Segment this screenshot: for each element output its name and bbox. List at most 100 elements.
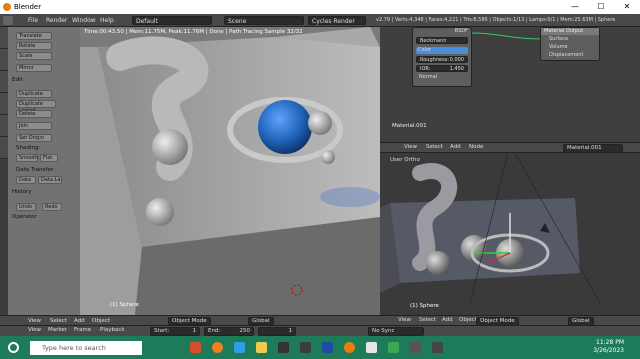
node-menu-view[interactable]: View	[404, 144, 417, 150]
app-icon-9[interactable]	[366, 342, 377, 353]
edge-icon[interactable]	[234, 342, 245, 353]
surface-socket[interactable]: Surface	[541, 35, 599, 43]
ortho-menu-object[interactable]: Object	[459, 317, 477, 323]
object-mode-select[interactable]: Object Mode	[168, 317, 211, 325]
node-menu-select[interactable]: Select	[426, 144, 443, 150]
taskbar-search-input[interactable]: Type here to search	[30, 341, 142, 355]
editor-type-icon[interactable]	[3, 16, 13, 25]
bsdf-node[interactable]: BSDF Beckmann Color Roughness: 0.000 IOR:…	[412, 27, 472, 87]
set-origin-button[interactable]: Set Origin	[16, 134, 52, 142]
menu-help[interactable]: Help	[100, 16, 114, 25]
render-engine-select[interactable]: Cycles Render	[308, 16, 366, 25]
roughness-value: 0.000	[449, 57, 464, 63]
scale-button[interactable]: Scale	[16, 52, 52, 60]
viewport-menu-view[interactable]: View	[28, 317, 41, 325]
data-button[interactable]: Data	[16, 176, 36, 184]
operator-panel-header[interactable]: Operator	[12, 214, 37, 220]
menu-file[interactable]: File	[28, 16, 38, 25]
material-output-node[interactable]: Material Output Surface Volume Displacem…	[540, 27, 600, 61]
translate-button[interactable]: Translate	[16, 32, 52, 40]
current-frame-field[interactable]: 1	[258, 327, 296, 336]
tool-tabs	[0, 27, 8, 315]
menu-window[interactable]: Window	[72, 16, 96, 25]
end-label: End:	[208, 328, 221, 334]
timeline-menu-marker[interactable]: Marker	[48, 327, 67, 333]
terminal-icon[interactable]	[278, 342, 289, 353]
undo-button[interactable]: Undo	[16, 203, 36, 211]
join-button[interactable]: Join	[16, 122, 52, 130]
blender-logo-icon	[3, 3, 11, 11]
end-frame-field[interactable]: End: 250	[204, 327, 254, 336]
normal-socket[interactable]: Normal	[419, 74, 465, 80]
screen-layout-field[interactable]: Default	[132, 16, 212, 25]
material-output-title: Material Output	[541, 28, 599, 35]
duplicate-linked-button[interactable]: Duplicate Linked	[16, 100, 56, 114]
sync-mode-select[interactable]: No Sync	[368, 327, 424, 336]
color-swatch[interactable]: Color	[416, 47, 468, 54]
minimize-button[interactable]: —	[562, 0, 588, 14]
ortho-menu-select[interactable]: Select	[419, 317, 436, 323]
blender-taskbar-icon[interactable]	[344, 342, 355, 353]
timeline-menu-frame[interactable]: Frame	[74, 327, 91, 333]
app-icon-12[interactable]	[432, 342, 443, 353]
start-frame-field[interactable]: Start: 1	[150, 327, 200, 336]
menu-render[interactable]: Render	[46, 16, 67, 25]
start-icon[interactable]	[8, 342, 19, 353]
mirror-button[interactable]: Mirror	[16, 64, 52, 72]
flat-button[interactable]: Flat	[40, 154, 58, 162]
node-editor[interactable]: BSDF Beckmann Color Roughness: 0.000 IOR:…	[380, 27, 640, 142]
tab-tools[interactable]	[0, 27, 8, 49]
maximize-button[interactable]: ☐	[588, 0, 614, 14]
window-titlebar: Blender — ☐ ✕	[0, 0, 640, 14]
rotate-button[interactable]: Rotate	[16, 42, 52, 50]
distribution-select[interactable]: Beckmann	[416, 37, 468, 44]
roughness-field[interactable]: Roughness: 0.000	[416, 56, 468, 63]
firefox-icon[interactable]	[212, 342, 223, 353]
start-label: Start:	[154, 328, 170, 334]
app-icon-7[interactable]	[322, 342, 333, 353]
tab-relations[interactable]	[0, 71, 8, 93]
material-select[interactable]: Material.001	[563, 144, 623, 153]
transform-orientation-select[interactable]: Global	[248, 317, 274, 325]
render-viewport[interactable]: Time:00:43.50 | Mem:11.75M, Peak:11.76M …	[80, 27, 380, 315]
info-header: File Render Window Help Default Scene Cy…	[0, 14, 640, 27]
volume-socket[interactable]: Volume	[541, 43, 599, 51]
taskbar-clock[interactable]: 11:28 PM 3/26/2023	[593, 339, 624, 355]
tab-grease-pencil[interactable]	[0, 137, 8, 159]
viewport-menu-object[interactable]: Object	[92, 317, 110, 325]
tab-create[interactable]	[0, 49, 8, 71]
redo-button[interactable]: Redo	[42, 203, 62, 211]
app-icon-6[interactable]	[300, 342, 311, 353]
ortho-header: View Select Add Object Object Mode Globa…	[380, 315, 640, 326]
close-button[interactable]: ✕	[614, 0, 640, 14]
data-layout-button[interactable]: Data La	[38, 176, 62, 184]
scene-field[interactable]: Scene	[224, 16, 304, 25]
tab-physics[interactable]	[0, 115, 8, 137]
duplicate-button[interactable]: Duplicate	[16, 90, 52, 98]
end-value: 250	[239, 328, 251, 334]
smooth-button[interactable]: Smooth	[16, 154, 38, 162]
node-menu-add[interactable]: Add	[450, 144, 461, 150]
viewport-menu-add[interactable]: Add	[74, 317, 85, 325]
displacement-socket[interactable]: Displacement	[541, 51, 599, 59]
viewport-menu-select[interactable]: Select	[50, 317, 67, 325]
window-title: Blender	[14, 3, 42, 11]
delete-button[interactable]: Delete	[16, 110, 52, 118]
app-icon-10[interactable]	[388, 342, 399, 353]
ortho-menu-view[interactable]: View	[398, 317, 411, 323]
history-panel-header[interactable]: History	[12, 189, 32, 195]
folder-icon[interactable]	[256, 342, 267, 353]
app-icon-11[interactable]	[410, 342, 421, 353]
ortho-menu-add[interactable]: Add	[442, 317, 453, 323]
tab-animation[interactable]	[0, 93, 8, 115]
ior-value: 1.450	[449, 66, 464, 72]
app-icon-1[interactable]	[190, 342, 201, 353]
edit-panel-header[interactable]: Edit	[12, 77, 23, 83]
node-editor-header: View Select Add Node Material.001	[380, 142, 640, 153]
timeline-menu-playback[interactable]: Playback	[100, 327, 125, 333]
timeline-menu-view[interactable]: View	[28, 327, 41, 333]
node-menu-node[interactable]: Node	[469, 144, 483, 150]
ior-field[interactable]: IOR: 1.450	[416, 65, 468, 72]
scene-stats: v2.79 | Verts:4,348 | Faces:4,221 | Tris…	[376, 17, 616, 23]
user-ortho-viewport[interactable]: User Ortho (1) Sphere	[380, 153, 640, 315]
